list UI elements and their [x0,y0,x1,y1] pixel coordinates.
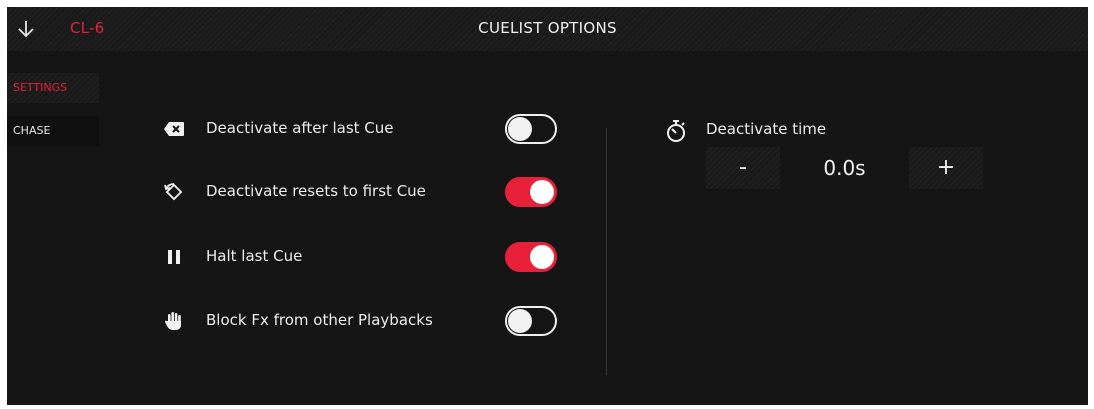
block-fx-toggle[interactable] [505,306,557,336]
reset-to-first-icon [162,180,186,204]
column-divider [606,128,607,375]
page-title: CUELIST OPTIONS [478,19,617,37]
deactivate-resets-toggle[interactable] [505,177,557,207]
sidebar-item-chase[interactable]: CHASE [7,116,99,146]
halt-last-cue-toggle[interactable] [505,242,557,272]
option-label: Deactivate resets to first Cue [206,182,426,200]
decrement-button[interactable]: - [706,147,780,189]
option-label: Block Fx from other Playbacks [206,311,433,329]
cuelist-options-window: CL-6 CUELIST OPTIONS SETTINGS CHASE Deac… [7,7,1088,405]
sidebar-item-label: SETTINGS [13,81,68,94]
sidebar-item-label: CHASE [13,124,51,137]
pause-icon [162,245,186,269]
hand-block-icon [162,309,186,333]
stopwatch-icon [667,120,685,142]
option-label: Halt last Cue [206,247,303,265]
option-label: Deactivate after last Cue [206,119,394,137]
deactivate-time-label: Deactivate time [706,120,827,138]
deactivate-x-icon [162,117,186,141]
deactivate-time-value[interactable]: 0.0s [780,147,909,189]
increment-button[interactable]: + [909,147,983,189]
sidebar-item-settings[interactable]: SETTINGS [7,73,99,103]
deactivate-after-last-cue-toggle[interactable] [505,114,557,144]
title-bar: CL-6 CUELIST OPTIONS [7,7,1088,51]
